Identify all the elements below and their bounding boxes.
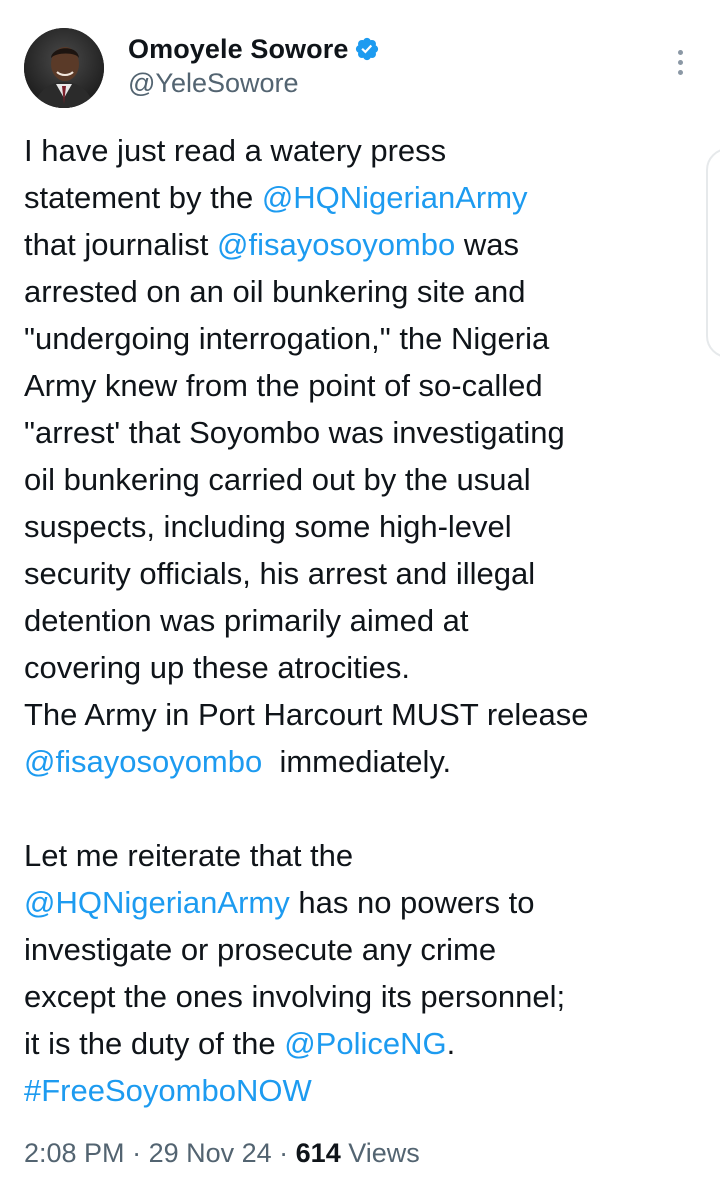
- tweet-card: Omoyele Sowore @YeleSowore I have just r…: [0, 0, 720, 1198]
- tweet-text-segment: statement by the: [24, 180, 262, 215]
- tweet-line: @fisayosoyombo immediately.: [24, 738, 714, 785]
- tweet-text-segment: "arrest' that Soyombo was investigating: [24, 415, 565, 450]
- author-name-row: Omoyele Sowore: [128, 31, 380, 67]
- tweet-line: statement by the @HQNigerianArmy: [24, 174, 714, 221]
- mention-link[interactable]: @fisayosoyombo: [217, 227, 455, 262]
- tweet-date[interactable]: 29 Nov 24: [149, 1138, 272, 1168]
- tweet-text-segment: except the ones involving its personnel;: [24, 979, 566, 1014]
- tweet-line: I have just read a watery press: [24, 127, 714, 174]
- author-handle[interactable]: @YeleSowore: [128, 68, 299, 99]
- tweet-line: #FreeSoyomboNOW: [24, 1067, 714, 1114]
- tweet-text-segment: has no powers to: [289, 885, 535, 920]
- tweet-line: The Army in Port Harcourt MUST release: [24, 691, 714, 738]
- tweet-line: "undergoing interrogation," the Nigeria: [24, 315, 714, 362]
- tweet-text-segment: "undergoing interrogation," the Nigeria: [24, 321, 550, 356]
- tweet-meta: 2:08 PM · 29 Nov 24 · 614 Views: [24, 1138, 420, 1169]
- meta-separator: ·: [124, 1138, 149, 1168]
- tweet-text-segment: .: [446, 1026, 456, 1061]
- tweet-text-segment: detention was primarily aimed at: [24, 603, 469, 638]
- verified-badge-icon: [354, 36, 380, 62]
- tweet-line: Army knew from the point of so-called: [24, 362, 714, 409]
- tweet-line: Let me reiterate that the: [24, 832, 714, 879]
- author-name[interactable]: Omoyele Sowore: [128, 34, 348, 65]
- tweet-text-segment: Army knew from the point of so-called: [24, 368, 543, 403]
- tweet-line: covering up these atrocities.: [24, 644, 714, 691]
- views-label: Views: [340, 1138, 420, 1168]
- more-dot: [677, 69, 683, 75]
- more-options-icon[interactable]: [668, 44, 692, 80]
- tweet-line: suspects, including some high-level: [24, 503, 714, 550]
- tweet-text-segment: was: [455, 227, 519, 262]
- tweet-text-segment: security officials, his arrest and illeg…: [24, 556, 536, 591]
- tweet-text-segment: covering up these atrocities.: [24, 650, 410, 685]
- mention-link[interactable]: @fisayosoyombo: [24, 744, 262, 779]
- tweet-line: detention was primarily aimed at: [24, 597, 714, 644]
- tweet-line: except the ones involving its personnel;: [24, 973, 714, 1020]
- views-count: 614: [295, 1138, 341, 1168]
- tweet-line: "arrest' that Soyombo was investigating: [24, 409, 714, 456]
- tweet-text-segment: I have just read a watery press: [24, 133, 447, 168]
- tweet-text-segment: immediately.: [262, 744, 452, 779]
- avatar[interactable]: [24, 28, 104, 108]
- tweet-text-segment: arrested on an oil bunkering site and: [24, 274, 526, 309]
- tweet-line: security officials, his arrest and illeg…: [24, 550, 714, 597]
- tweet-text-segment: oil bunkering carried out by the usual: [24, 462, 531, 497]
- tweet-text-segment: it is the duty of the: [24, 1026, 285, 1061]
- tweet-text-segment: The Army in Port Harcourt MUST release: [24, 697, 589, 732]
- tweet-line: that journalist @fisayosoyombo was: [24, 221, 714, 268]
- tweet-text: I have just read a watery press statement…: [24, 127, 714, 1114]
- more-dot: [677, 59, 683, 65]
- tweet-line: arrested on an oil bunkering site and: [24, 268, 714, 315]
- tweet-text-segment: suspects, including some high-level: [24, 509, 512, 544]
- mention-link[interactable]: @PoliceNG: [284, 1026, 446, 1061]
- tweet-text-segment: that journalist: [24, 227, 217, 262]
- tweet-line: investigate or prosecute any crime: [24, 926, 714, 973]
- tweet-line: it is the duty of the @PoliceNG.: [24, 1020, 714, 1067]
- mention-link[interactable]: @HQNigerianArmy: [262, 180, 528, 215]
- more-dot: [677, 49, 683, 55]
- tweet-text-segment: investigate or prosecute any crime: [24, 932, 497, 967]
- tweet-line: oil bunkering carried out by the usual: [24, 456, 714, 503]
- hashtag-link[interactable]: #FreeSoyomboNOW: [24, 1073, 312, 1108]
- meta-separator: ·: [271, 1138, 296, 1168]
- tweet-line: @HQNigerianArmy has no powers to: [24, 879, 714, 926]
- tweet-time[interactable]: 2:08 PM: [24, 1138, 125, 1168]
- tweet-text-segment: Let me reiterate that the: [24, 838, 354, 873]
- mention-link[interactable]: @HQNigerianArmy: [24, 885, 290, 920]
